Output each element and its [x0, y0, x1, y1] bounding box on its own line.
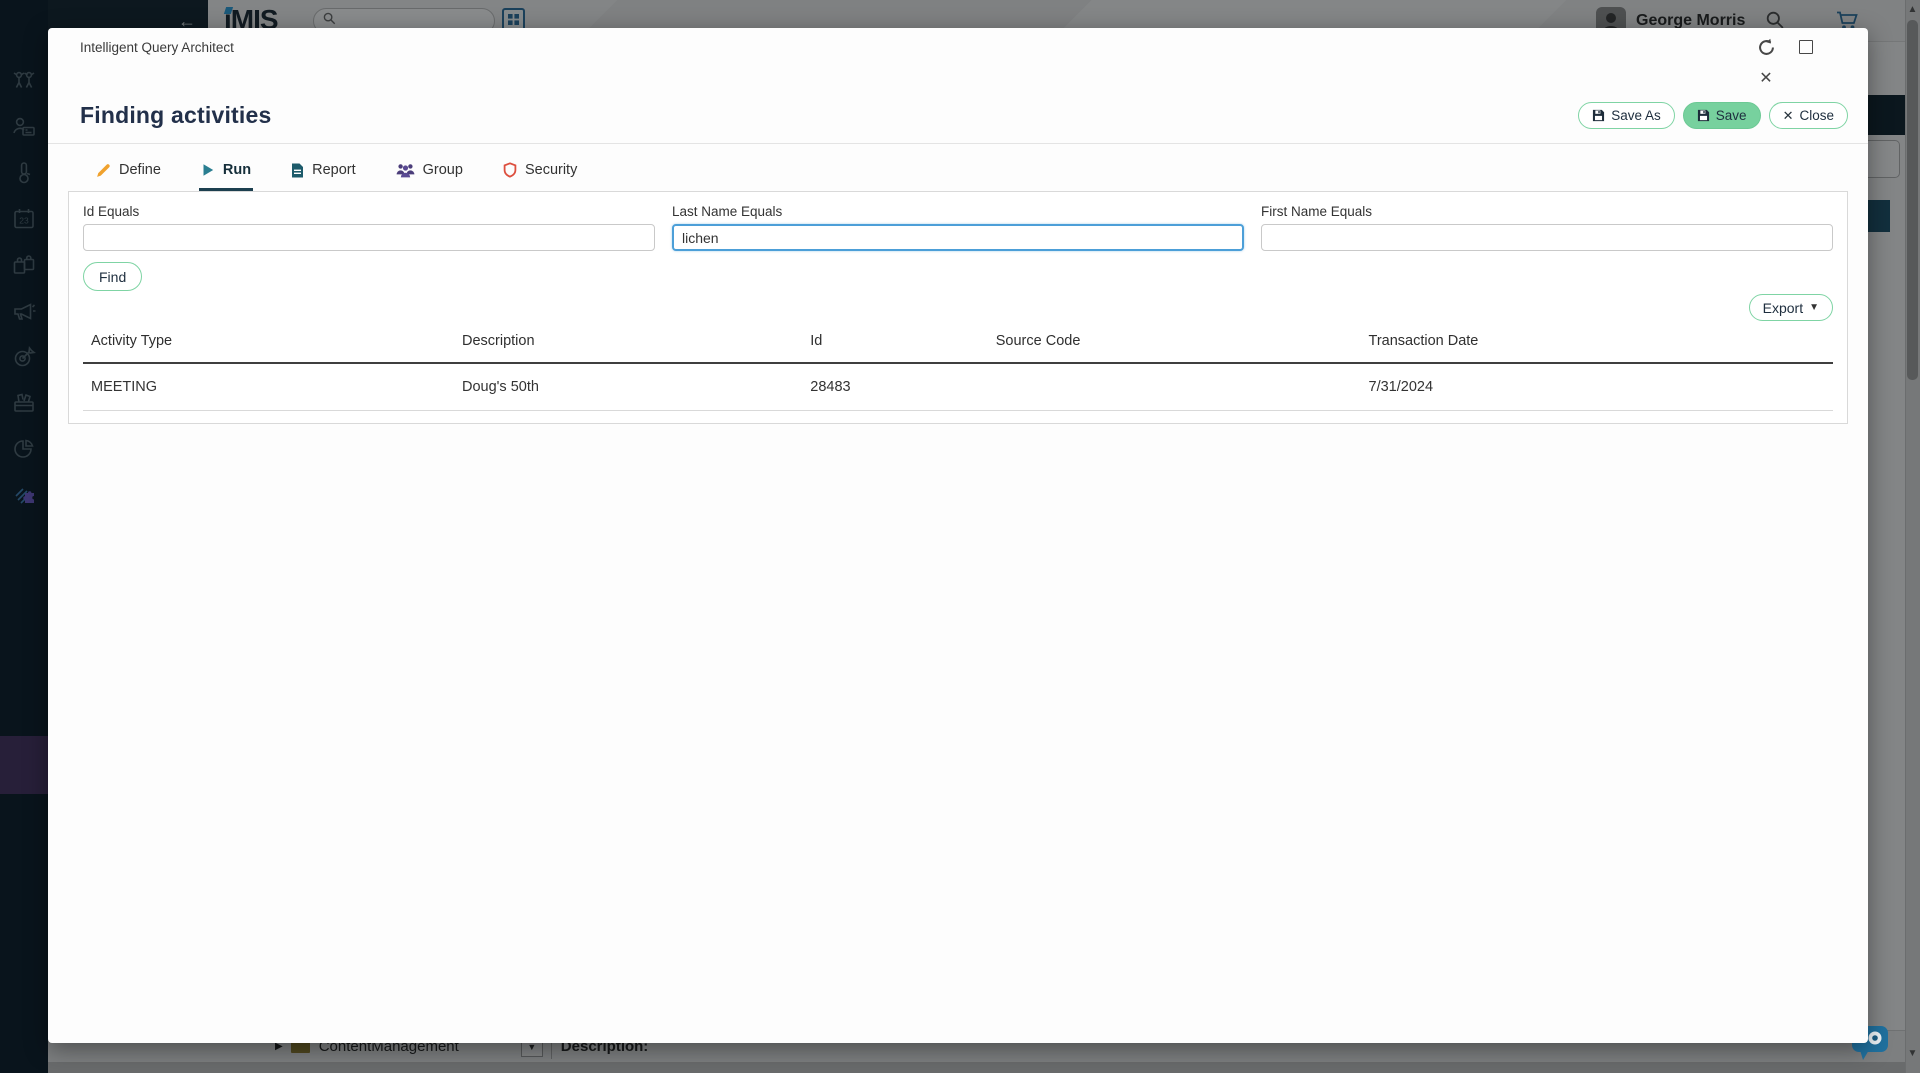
- tab-bar: Define Run Report Group Security: [48, 144, 1868, 191]
- page-title: Finding activities: [80, 102, 271, 129]
- tab-security[interactable]: Security: [501, 156, 579, 191]
- col-activity-type: Activity Type: [83, 323, 454, 363]
- col-description: Description: [454, 323, 802, 363]
- modal-title: Intelligent Query Architect: [80, 40, 234, 55]
- refresh-icon[interactable]: [1756, 37, 1776, 57]
- first-name-equals-input[interactable]: [1261, 224, 1833, 251]
- save-as-button[interactable]: Save As: [1578, 102, 1675, 129]
- pencil-icon: [96, 163, 111, 178]
- save-icon: [1592, 109, 1605, 122]
- find-button[interactable]: Find: [83, 262, 142, 291]
- export-button[interactable]: Export ▼: [1749, 294, 1833, 321]
- report-icon: [291, 163, 304, 178]
- field-id-equals: Id Equals: [83, 204, 655, 251]
- id-equals-label: Id Equals: [83, 204, 655, 219]
- cell-transaction-date: 7/31/2024: [1361, 363, 1834, 411]
- field-last-name-equals: Last Name Equals: [672, 204, 1244, 251]
- chevron-down-icon: ▼: [1809, 302, 1819, 313]
- last-name-equals-label: Last Name Equals: [672, 204, 1244, 219]
- id-equals-input[interactable]: [83, 224, 655, 251]
- close-button[interactable]: ✕ Close: [1769, 102, 1848, 129]
- run-tab-panel: Id Equals Last Name Equals First Name Eq…: [68, 191, 1848, 424]
- cell-activity-type: MEETING: [83, 363, 454, 411]
- modal-header: Finding activities Save As Save ✕ Close: [48, 90, 1868, 144]
- cell-source-code: [988, 363, 1361, 411]
- tab-define[interactable]: Define: [94, 156, 163, 191]
- iqa-modal: Intelligent Query Architect ✕ Finding ac…: [48, 28, 1868, 1043]
- tab-run[interactable]: Run: [199, 156, 253, 191]
- modal-titlebar: Intelligent Query Architect ✕: [48, 28, 1868, 90]
- group-icon: [396, 163, 415, 178]
- maximize-icon[interactable]: [1796, 37, 1816, 57]
- col-transaction-date: Transaction Date: [1361, 323, 1834, 363]
- close-window-icon[interactable]: ✕: [1756, 69, 1776, 89]
- col-id: Id: [802, 323, 988, 363]
- cell-description: Doug's 50th: [454, 363, 802, 411]
- close-icon: ✕: [1783, 108, 1794, 124]
- col-source-code: Source Code: [988, 323, 1361, 363]
- save-icon: [1697, 109, 1710, 122]
- shield-icon: [503, 162, 517, 178]
- tab-group[interactable]: Group: [394, 156, 465, 191]
- results-table: Activity Type Description Id Source Code…: [83, 323, 1833, 411]
- first-name-equals-label: First Name Equals: [1261, 204, 1833, 219]
- save-button[interactable]: Save: [1683, 102, 1761, 129]
- last-name-equals-input[interactable]: [672, 224, 1244, 251]
- play-icon: [201, 163, 215, 177]
- tab-report[interactable]: Report: [289, 156, 358, 191]
- field-first-name-equals: First Name Equals: [1261, 204, 1833, 251]
- table-header-row: Activity Type Description Id Source Code…: [83, 323, 1833, 363]
- cell-id: 28483: [802, 363, 988, 411]
- table-row[interactable]: MEETING Doug's 50th 28483 7/31/2024: [83, 363, 1833, 411]
